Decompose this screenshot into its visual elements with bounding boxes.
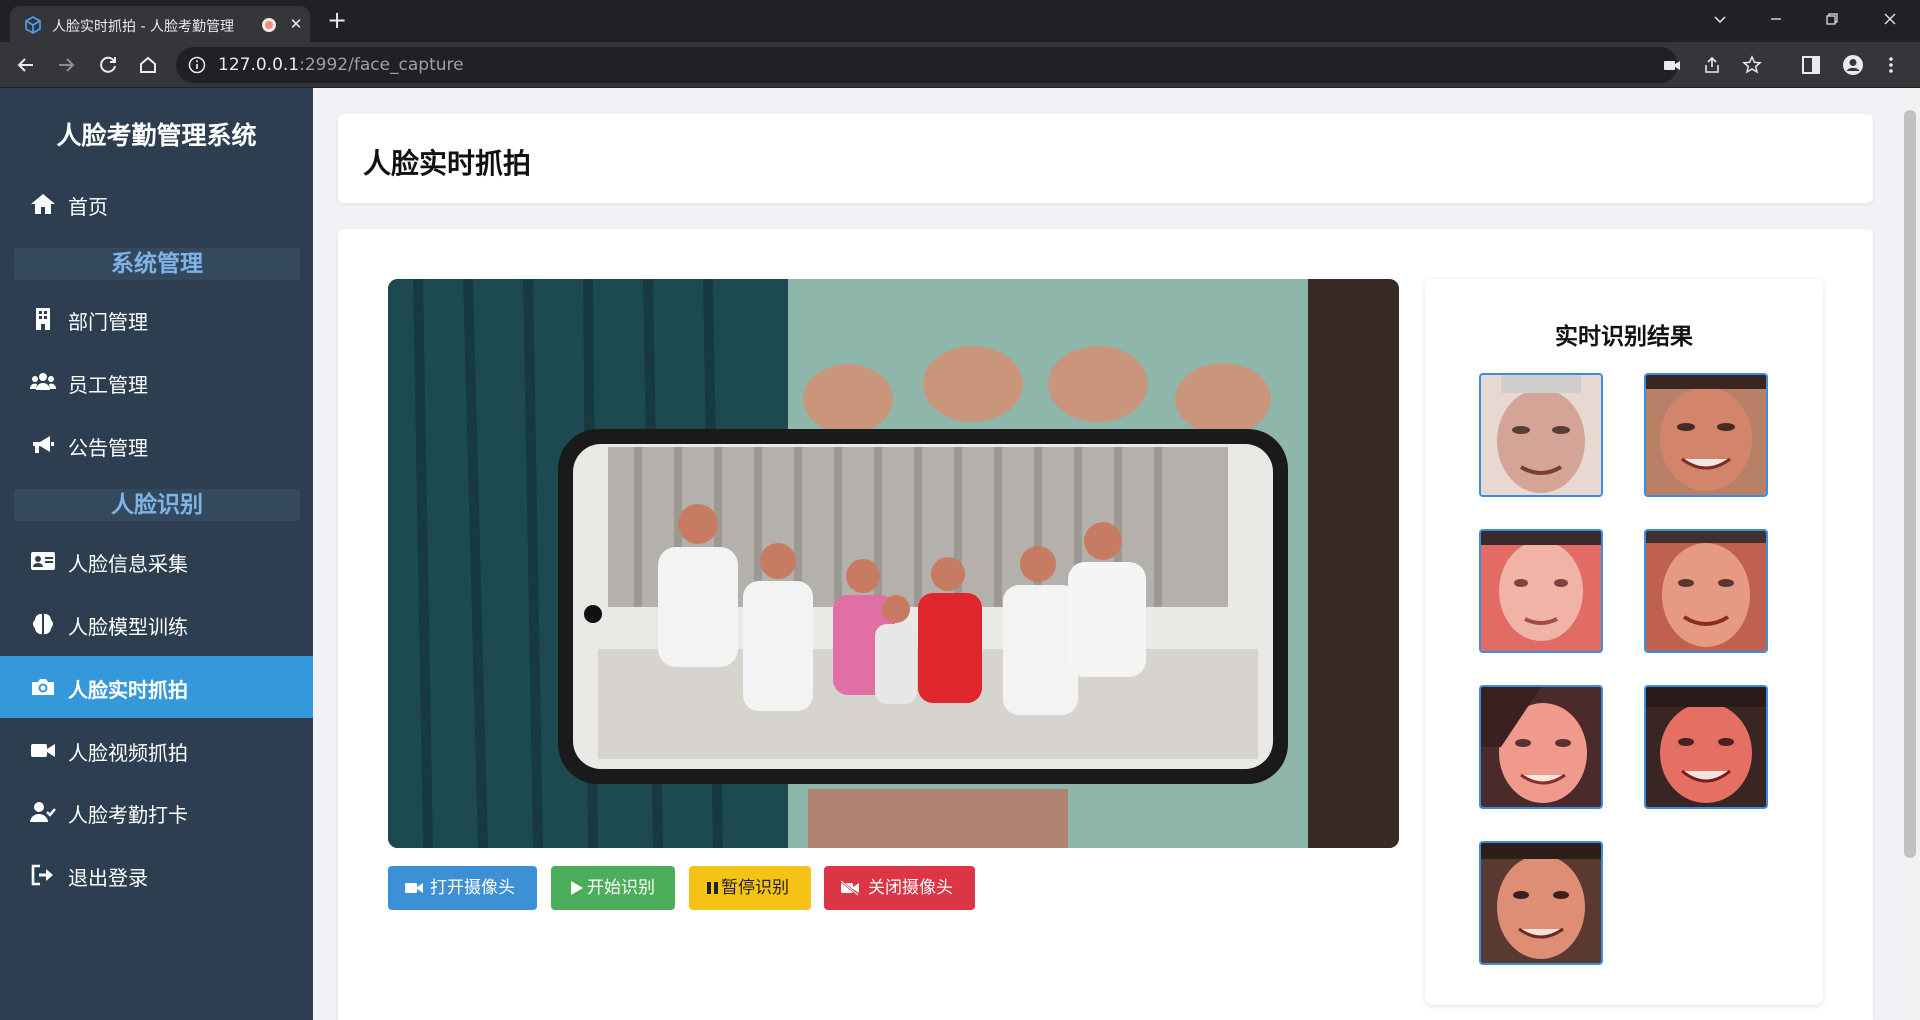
- camera-video-feed: [388, 279, 1399, 848]
- restore-icon[interactable]: [1817, 6, 1847, 36]
- face-thumbnail: [1479, 841, 1603, 965]
- sidebar-item-label: 员工管理: [68, 373, 148, 397]
- url-host: 127.0.0.1: [218, 55, 300, 75]
- brand-title: 人脸考勤管理系统: [56, 121, 257, 150]
- sidebar-item-home[interactable]: 首页: [0, 173, 313, 235]
- sidebar-item-face-attend[interactable]: 人脸考勤打卡: [0, 781, 313, 843]
- sidebar-item-label: 人脸信息采集: [68, 552, 188, 576]
- minimize-icon[interactable]: [1761, 6, 1791, 36]
- sidebar-item-label: 人脸考勤打卡: [68, 803, 188, 827]
- window-close-icon[interactable]: [1875, 6, 1905, 36]
- pause-icon: [707, 882, 718, 894]
- sidebar-item-label: 部门管理: [68, 310, 148, 334]
- section-header-system: 系统管理: [14, 248, 300, 280]
- url-path: :2992/face_capture: [299, 55, 464, 75]
- close-camera-button[interactable]: 关闭摄像头: [824, 866, 975, 910]
- sidebar: 人脸考勤管理系统 首页 系统管理 部门管理 员工管理 公告管理 人脸识别 人脸信…: [0, 88, 313, 1020]
- page-header: 人脸实时抓拍: [338, 114, 1873, 203]
- start-recognition-button[interactable]: 开始识别: [551, 866, 675, 910]
- face-thumbnail: [1479, 685, 1603, 809]
- video-camera-icon: [31, 744, 55, 757]
- user-check-icon: [30, 802, 56, 822]
- home-icon[interactable]: [134, 51, 162, 79]
- play-icon: [571, 881, 583, 895]
- sidebar-item-label: 退出登录: [68, 866, 148, 890]
- sidebar-item-dept[interactable]: 部门管理: [0, 288, 313, 350]
- building-icon: [36, 308, 50, 330]
- sidebar-item-label: 公告管理: [68, 436, 148, 460]
- face-thumbnail: [1644, 373, 1768, 497]
- sidebar-item-face-capture[interactable]: 人脸实时抓拍: [0, 656, 313, 718]
- browser-tab[interactable]: 人脸实时抓拍 - 人脸考勤管理 ✕: [10, 6, 310, 42]
- sidebar-item-face-video[interactable]: 人脸视频抓拍: [0, 719, 313, 781]
- reload-icon[interactable]: [94, 51, 122, 79]
- open-camera-label: 打开摄像头: [430, 878, 515, 898]
- info-icon[interactable]: [188, 56, 206, 74]
- sidebar-item-label: 人脸实时抓拍: [68, 678, 188, 702]
- sidebar-item-logout[interactable]: 退出登录: [0, 844, 313, 906]
- back-arrow-icon[interactable]: [12, 51, 40, 79]
- profile-icon[interactable]: [1842, 54, 1864, 76]
- camera-in-use-icon[interactable]: [1662, 55, 1682, 75]
- cube-icon: [25, 16, 41, 34]
- page-title: 人脸实时抓拍: [363, 147, 532, 180]
- camera-frame: [388, 279, 1399, 848]
- results-title: 实时识别结果: [1555, 324, 1693, 350]
- recording-indicator-icon: [262, 18, 276, 32]
- sidebar-item-label: 人脸模型训练: [68, 615, 188, 639]
- browser-tab-strip: 人脸实时抓拍 - 人脸考勤管理 ✕ +: [0, 0, 1920, 42]
- more-menu-icon[interactable]: [1880, 54, 1902, 76]
- video-camera-slash-icon: [840, 880, 859, 896]
- close-camera-label: 关闭摄像头: [868, 878, 953, 898]
- sign-out-icon: [31, 864, 53, 886]
- bookmark-star-icon[interactable]: [1742, 55, 1762, 75]
- url-input[interactable]: 127.0.0.1:2992/face_capture: [176, 47, 1762, 83]
- sidebar-item-notice[interactable]: 公告管理: [0, 414, 313, 476]
- close-tab-icon[interactable]: ✕: [286, 14, 306, 34]
- face-thumbnail: [1479, 529, 1603, 653]
- section-header-face: 人脸识别: [14, 489, 300, 521]
- pause-recognition-label: 暂停识别: [721, 878, 789, 898]
- new-tab-icon[interactable]: +: [324, 8, 350, 34]
- share-icon[interactable]: [1702, 55, 1722, 75]
- brain-icon: [33, 613, 53, 635]
- sidebar-item-face-train[interactable]: 人脸模型训练: [0, 593, 313, 655]
- tab-search-chevron-icon[interactable]: [1705, 6, 1735, 36]
- open-camera-button[interactable]: 打开摄像头: [388, 866, 537, 910]
- users-icon: [30, 373, 56, 390]
- sidebar-item-face-collect[interactable]: 人脸信息采集: [0, 530, 313, 592]
- video-camera-icon: [405, 883, 423, 893]
- face-thumbnail: [1479, 373, 1603, 497]
- pause-recognition-button[interactable]: 暂停识别: [689, 866, 811, 910]
- page-scrollbar[interactable]: [1900, 88, 1920, 1020]
- url-text: 127.0.0.1:2992/face_capture: [218, 55, 464, 75]
- face-thumbnail: [1644, 529, 1768, 653]
- id-card-icon: [31, 552, 55, 570]
- side-panel-icon[interactable]: [1800, 54, 1822, 76]
- home-icon: [31, 194, 55, 214]
- forward-arrow-icon[interactable]: [52, 51, 80, 79]
- start-recognition-label: 开始识别: [587, 878, 655, 898]
- megaphone-icon: [33, 436, 54, 453]
- sidebar-item-label: 人脸视频抓拍: [68, 741, 188, 765]
- sidebar-item-label: 首页: [68, 195, 108, 219]
- scrollbar-thumb[interactable]: [1904, 110, 1916, 858]
- tab-title: 人脸实时抓拍 - 人脸考勤管理: [52, 19, 234, 34]
- sidebar-item-employee[interactable]: 员工管理: [0, 351, 313, 413]
- camera-icon: [32, 679, 54, 695]
- address-bar: 127.0.0.1:2992/face_capture: [0, 42, 1920, 88]
- face-thumbnail: [1644, 685, 1768, 809]
